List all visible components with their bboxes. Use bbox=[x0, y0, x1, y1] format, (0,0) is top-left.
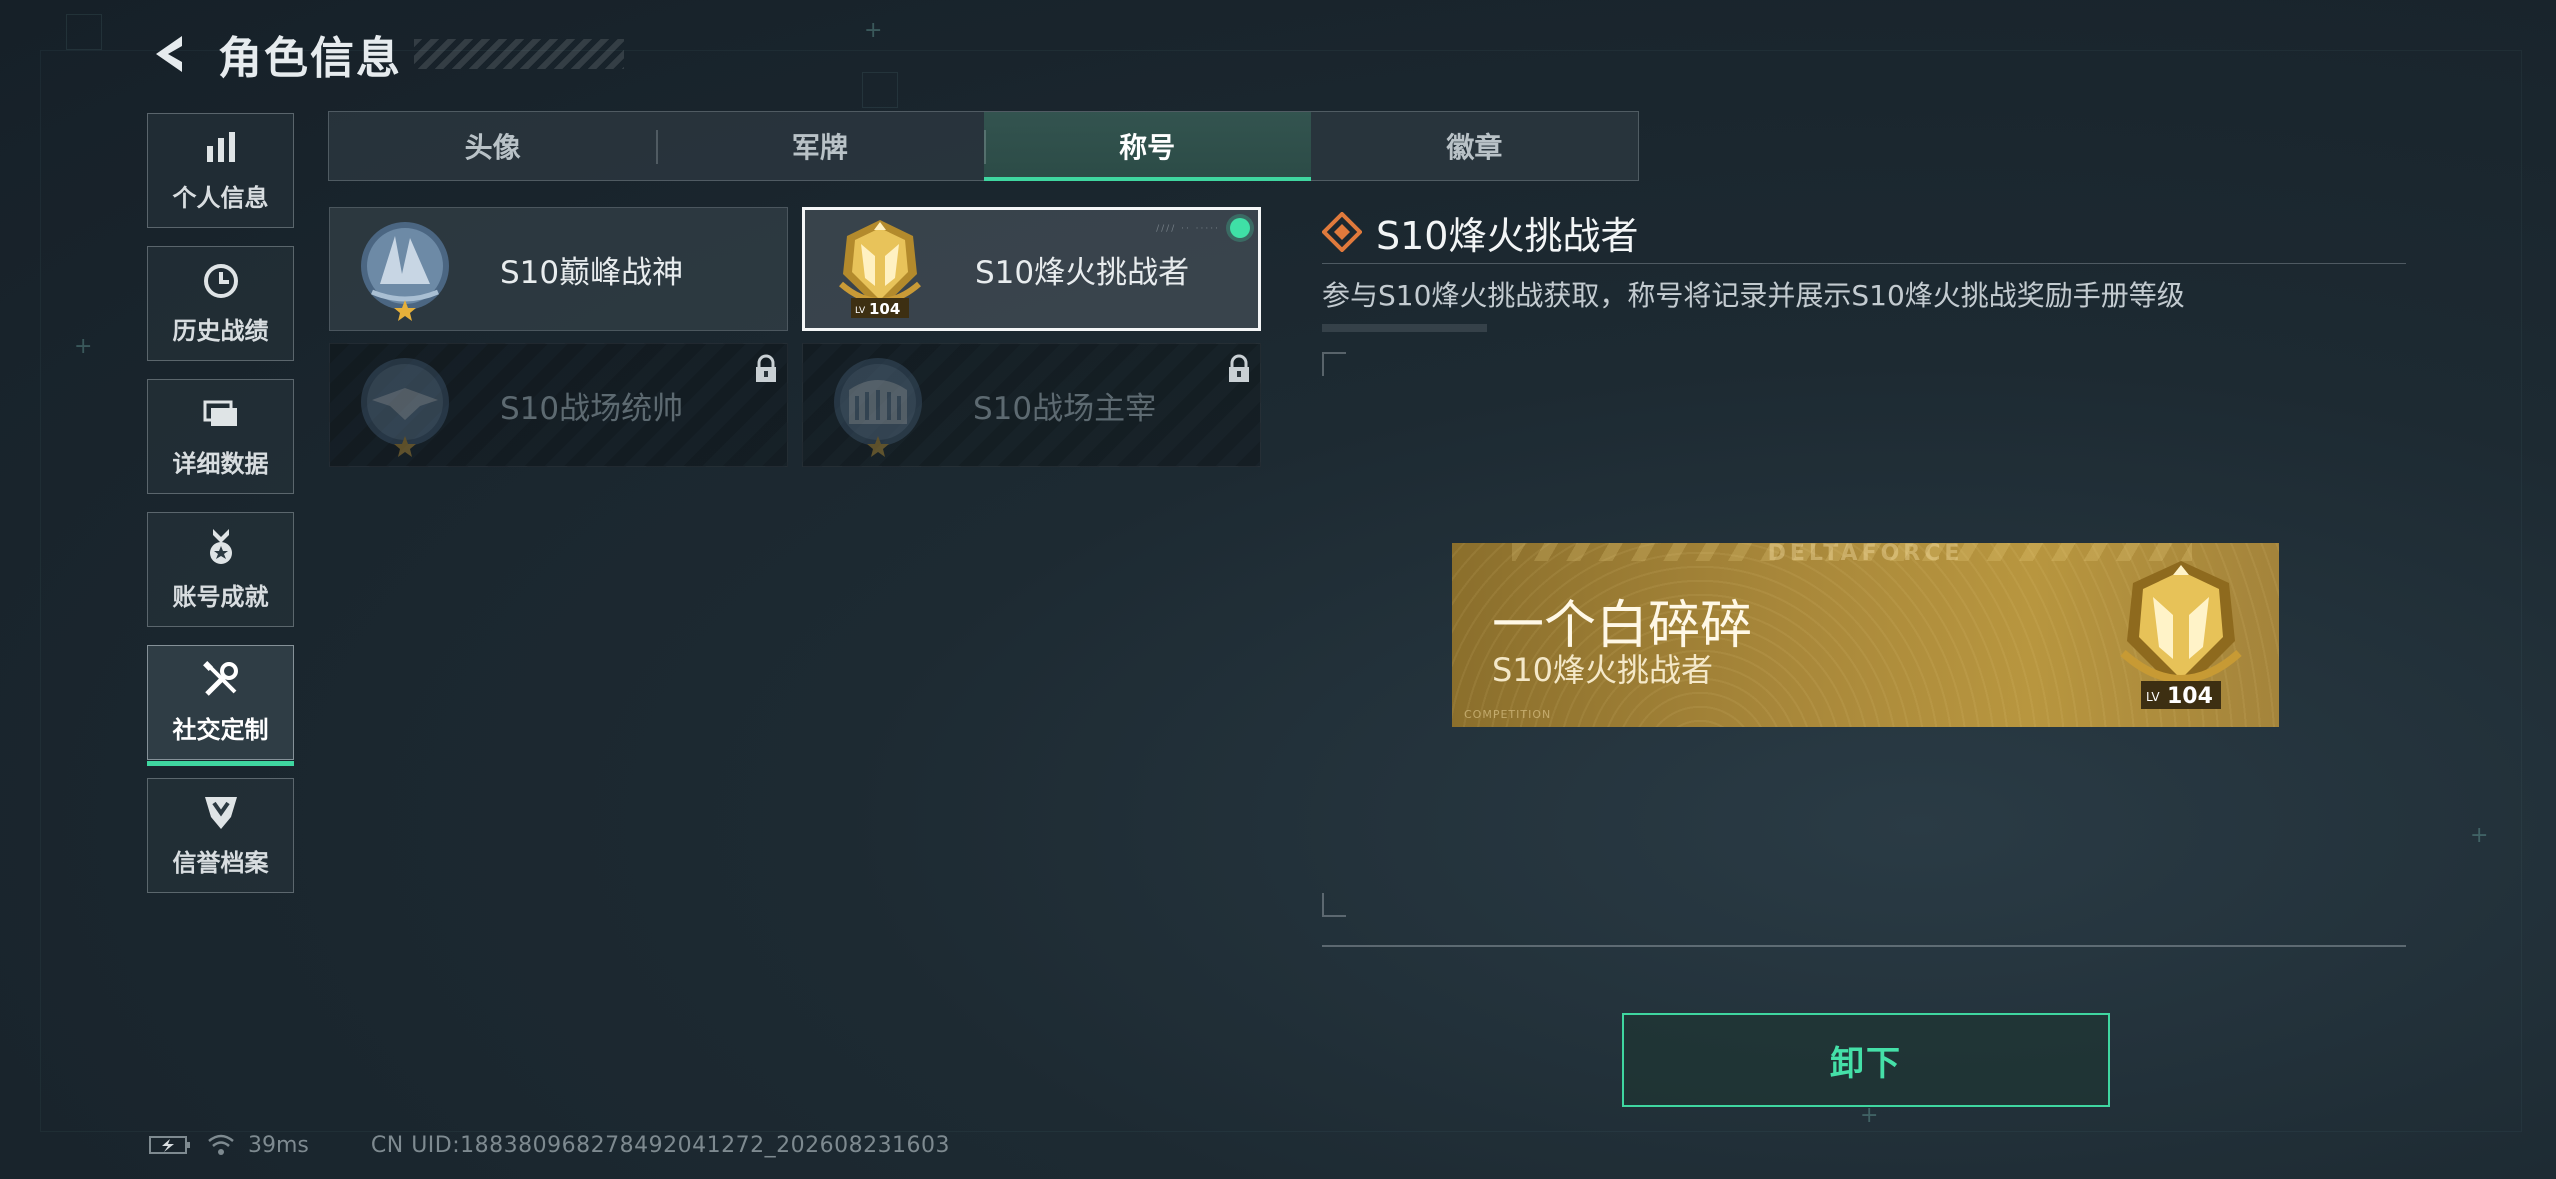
side-navigation: 个人信息 历史战绩 详细数据 账号成就 社交定制 信誉档案 bbox=[147, 113, 296, 911]
background-cross-mark: + bbox=[864, 18, 883, 43]
folder-stack-icon bbox=[201, 394, 241, 434]
page-title: 角色信息 bbox=[218, 33, 402, 84]
title-card-name: S10战场统帅 bbox=[500, 390, 684, 427]
title-card-peak-warrior[interactable]: S10巅峰战神 bbox=[329, 207, 788, 331]
sidebar-item-personal-info[interactable]: 个人信息 bbox=[147, 113, 294, 228]
beacon-challenger-emblem-icon: LV 104 bbox=[2120, 561, 2242, 709]
title-card-name: S10巅峰战神 bbox=[500, 254, 684, 291]
detail-title: S10烽火挑战者 bbox=[1376, 213, 1639, 258]
background-cross-mark: + bbox=[74, 334, 93, 359]
emblem-level: 104 bbox=[869, 300, 900, 318]
unequip-button-label: 卸下 bbox=[1830, 1043, 1902, 1084]
sidebar-item-achievements[interactable]: 账号成就 bbox=[147, 512, 294, 627]
title-card-grid: S10巅峰战神 //// ·· ····· LV 104 S10烽火挑战者 S1… bbox=[329, 207, 1261, 467]
back-button[interactable] bbox=[148, 32, 192, 76]
nameplate-title: S10烽火挑战者 bbox=[1492, 651, 1714, 689]
sidebar-item-label: 详细数据 bbox=[172, 450, 269, 478]
sidebar-item-credit-record[interactable]: 信誉档案 bbox=[147, 778, 294, 893]
status-bar: 39ms CN UID:188380968278492041272_202608… bbox=[148, 1128, 950, 1162]
lock-icon bbox=[1229, 354, 1249, 382]
sidebar-item-label: 信誉档案 bbox=[172, 849, 269, 877]
category-tab-bar: 头像 军牌 称号 徽章 bbox=[328, 111, 1639, 181]
description-decoration-bar bbox=[1322, 324, 1487, 332]
tab-dog-tag[interactable]: 军牌 bbox=[656, 112, 983, 180]
lock-icon bbox=[756, 354, 776, 382]
tab-badge[interactable]: 徽章 bbox=[1311, 112, 1638, 180]
battery-charging-icon bbox=[149, 1136, 190, 1154]
battlefield-dominator-emblem-icon bbox=[834, 358, 922, 457]
detail-divider bbox=[1322, 263, 2406, 264]
beacon-challenger-emblem-icon: LV 104 bbox=[839, 220, 921, 318]
sidebar-item-social-customization[interactable]: 社交定制 bbox=[147, 645, 294, 766]
clock-history-icon bbox=[201, 261, 241, 301]
battlefield-commander-emblem-icon bbox=[361, 358, 449, 457]
card-corner-decoration: //// ·· ····· bbox=[1156, 224, 1220, 234]
background-cross-mark: + bbox=[2470, 823, 2489, 848]
nameplate-preview: DELTAFORCE 一个白碎碎 S10烽火挑战者 COMPETITION LV… bbox=[1452, 543, 2279, 727]
wifi-icon bbox=[208, 1134, 234, 1155]
background-cross-mark: + bbox=[1860, 1103, 1879, 1128]
page-header: 角色信息 bbox=[148, 24, 624, 84]
peak-warrior-emblem-icon bbox=[361, 222, 449, 321]
tab-avatar[interactable]: 头像 bbox=[329, 112, 656, 180]
title-card-battlefield-dominator[interactable]: S10战场主宰 bbox=[802, 343, 1261, 467]
title-card-name: S10战场主宰 bbox=[973, 390, 1157, 427]
equipped-indicator-dot bbox=[1230, 218, 1250, 238]
medal-icon bbox=[201, 527, 241, 567]
sidebar-item-label: 账号成就 bbox=[172, 583, 269, 611]
sidebar-item-label: 历史战绩 bbox=[172, 317, 269, 345]
title-decoration-stripe bbox=[414, 39, 624, 69]
title-card-name: S10烽火挑战者 bbox=[975, 254, 1190, 291]
background-grid-square bbox=[66, 14, 102, 50]
emblem-level-prefix: LV bbox=[855, 306, 866, 316]
frame-corner bbox=[1322, 352, 1346, 376]
tab-title[interactable]: 称号 bbox=[983, 112, 1312, 181]
sidebar-item-label: 个人信息 bbox=[172, 184, 269, 212]
title-detail-panel: S10烽火挑战者 参与S10烽火挑战获取，称号将记录并展示S10烽火挑战奖励手册… bbox=[1322, 205, 2406, 332]
frame-corner bbox=[1322, 893, 1346, 917]
nameplate-footer: COMPETITION bbox=[1464, 708, 1552, 721]
detail-header: S10烽火挑战者 bbox=[1322, 205, 2406, 259]
user-uid: CN UID:188380968278492041272_20260823160… bbox=[370, 1132, 951, 1158]
detail-bottom-divider bbox=[1322, 945, 2406, 947]
nameplate-level: 104 bbox=[2167, 684, 2213, 709]
detail-description: 参与S10烽火挑战获取，称号将记录并展示S10烽火挑战奖励手册等级 bbox=[1322, 279, 2185, 312]
wrench-screwdriver-icon bbox=[201, 660, 241, 700]
network-latency: 39ms bbox=[248, 1132, 309, 1158]
unequip-button[interactable]: 卸下 bbox=[1622, 1013, 2110, 1107]
bar-chart-icon bbox=[201, 128, 241, 168]
shield-chevron-icon bbox=[201, 793, 241, 833]
diamond-cluster-icon bbox=[1322, 212, 1362, 252]
nameplate-level-prefix: LV bbox=[2146, 690, 2160, 704]
title-card-battlefield-commander[interactable]: S10战场统帅 bbox=[329, 343, 788, 467]
back-arrow-icon bbox=[156, 36, 182, 72]
sidebar-item-label: 社交定制 bbox=[172, 716, 269, 744]
sidebar-item-history[interactable]: 历史战绩 bbox=[147, 246, 294, 361]
sidebar-item-detailed-data[interactable]: 详细数据 bbox=[147, 379, 294, 494]
background-grid-square bbox=[862, 72, 898, 108]
title-card-beacon-challenger[interactable]: //// ·· ····· LV 104 S10烽火挑战者 bbox=[802, 207, 1261, 331]
